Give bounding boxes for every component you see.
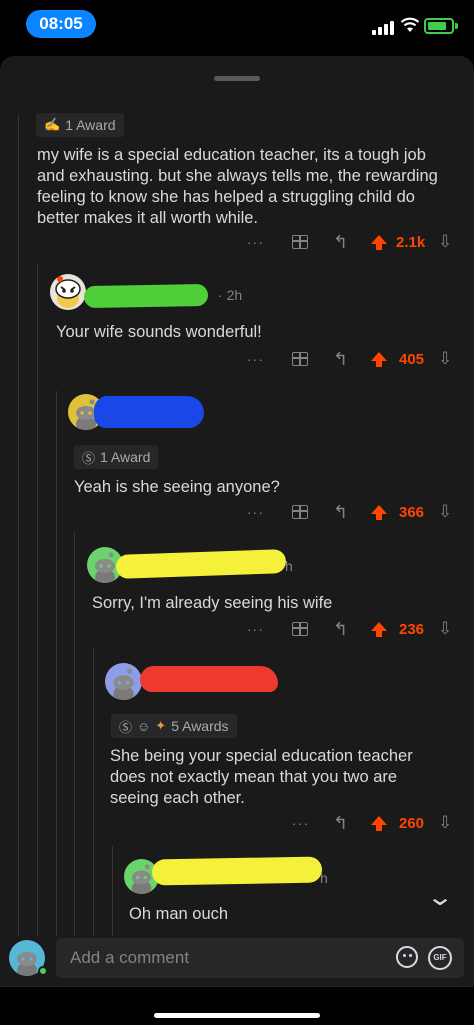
thread-line[interactable] <box>56 391 57 936</box>
gif-button[interactable]: GIF <box>428 946 452 970</box>
gift-icon <box>292 505 308 519</box>
give-award-button[interactable] <box>292 501 308 523</box>
redacted-username <box>151 856 323 886</box>
gift-icon <box>292 235 308 249</box>
award-icon: Ⓢ <box>119 719 133 735</box>
thread-line[interactable] <box>74 532 75 936</box>
score: 236 <box>399 620 425 638</box>
upvote-button[interactable] <box>371 231 387 253</box>
avatar[interactable] <box>105 663 142 700</box>
status-bar: 08:05 <box>0 0 474 50</box>
reply-button[interactable]: ↰ <box>333 501 348 523</box>
comment-actions: ··· ↰ 2.1k ⇩ <box>0 231 474 253</box>
give-award-button[interactable] <box>292 231 308 253</box>
reply-button[interactable]: ↰ <box>333 618 348 640</box>
comment-actions: ··· ↰ 236 ⇩ <box>0 618 474 640</box>
comment-body: Oh man ouch <box>129 905 229 923</box>
more-options-button[interactable]: ··· <box>247 231 264 253</box>
avatar[interactable] <box>50 274 86 310</box>
upvote-button[interactable] <box>371 348 387 370</box>
award-badge[interactable]: Ⓢ ☺ ✦ 5 Awards <box>111 714 237 738</box>
reply-button[interactable]: ↰ <box>333 812 348 834</box>
drag-handle[interactable] <box>214 76 260 81</box>
battery-charging-icon <box>424 18 458 34</box>
timestamp: · 2h <box>218 287 243 303</box>
score: 2.1k <box>396 233 426 251</box>
snoo-avatar-icon <box>113 668 134 700</box>
cellular-signal-icon <box>372 21 396 35</box>
give-award-button[interactable] <box>292 348 308 370</box>
downvote-button[interactable]: ⇩ <box>438 618 452 640</box>
downvote-button[interactable]: ⇩ <box>438 231 452 253</box>
redacted-username <box>140 666 278 692</box>
award-icon: Ⓢ <box>82 450 96 466</box>
upvote-button[interactable] <box>371 812 387 834</box>
more-options-button[interactable]: ··· <box>292 812 309 834</box>
award-icon: ✦ <box>155 718 167 733</box>
redacted-username <box>115 549 287 579</box>
award-icon: ✍ <box>44 117 61 132</box>
chevron-down-icon[interactable]: ⌄ <box>426 883 454 912</box>
home-indicator-area <box>0 986 474 1025</box>
comment-body: Your wife sounds wonderful! <box>56 323 262 341</box>
comment-placeholder: Add a comment <box>70 948 190 967</box>
upvote-button[interactable] <box>371 618 387 640</box>
more-options-button[interactable]: ··· <box>247 348 264 370</box>
award-badge[interactable]: ✍ 1 Award <box>36 113 124 137</box>
thread-line[interactable] <box>93 648 94 936</box>
upvote-arrow-icon <box>371 351 387 367</box>
downvote-button[interactable]: ⇩ <box>438 348 452 370</box>
upvote-arrow-icon <box>371 234 387 250</box>
online-status-dot <box>38 966 48 976</box>
timestamp: h <box>285 558 293 574</box>
redacted-username <box>94 396 204 428</box>
comment-body: my wife is a special education teacher, … <box>37 146 438 227</box>
award-icon: ☺ <box>137 718 151 734</box>
award-badge[interactable]: Ⓢ 1 Award <box>74 445 159 469</box>
downvote-button[interactable]: ⇩ <box>438 812 452 834</box>
gift-icon <box>292 352 308 366</box>
downvote-button[interactable]: ⇩ <box>438 501 452 523</box>
comment-body: Sorry, I'm already seeing his wife <box>92 594 333 612</box>
thread-line[interactable] <box>112 846 113 936</box>
more-options-button[interactable]: ··· <box>247 618 264 640</box>
comment-body: Yeah is she seeing anyone? <box>74 478 280 496</box>
home-indicator[interactable] <box>154 1013 320 1018</box>
more-options-button[interactable]: ··· <box>247 501 264 523</box>
comment-actions: ··· ↰ 366 ⇩ <box>0 501 474 523</box>
comment-composer: Add a comment GIF <box>0 936 474 986</box>
score: 366 <box>399 503 425 521</box>
timestamp: h <box>320 870 328 886</box>
score: 260 <box>399 814 425 832</box>
comment-thread-sheet: ✍ 1 Award my wife is a special education… <box>0 56 474 936</box>
emoji-icon[interactable] <box>396 946 418 968</box>
reply-button[interactable]: ↰ <box>333 231 348 253</box>
redacted-username <box>83 283 209 309</box>
status-time: 08:05 <box>26 10 96 38</box>
gift-icon <box>292 622 308 636</box>
give-award-button[interactable] <box>292 618 308 640</box>
reply-button[interactable]: ↰ <box>333 348 348 370</box>
snoo-avatar-icon <box>55 276 81 308</box>
comment-actions: ··· ↰ 260 ⇩ <box>0 812 474 834</box>
upvote-arrow-icon <box>371 815 387 831</box>
add-comment-input[interactable]: Add a comment GIF <box>56 938 464 978</box>
upvote-button[interactable] <box>371 501 387 523</box>
comment-actions: ··· ↰ 405 ⇩ <box>0 348 474 370</box>
upvote-arrow-icon <box>371 504 387 520</box>
score: 405 <box>399 350 425 368</box>
comment-body: She being your special education teacher… <box>110 747 413 807</box>
wifi-icon <box>400 17 420 32</box>
upvote-arrow-icon <box>371 621 387 637</box>
